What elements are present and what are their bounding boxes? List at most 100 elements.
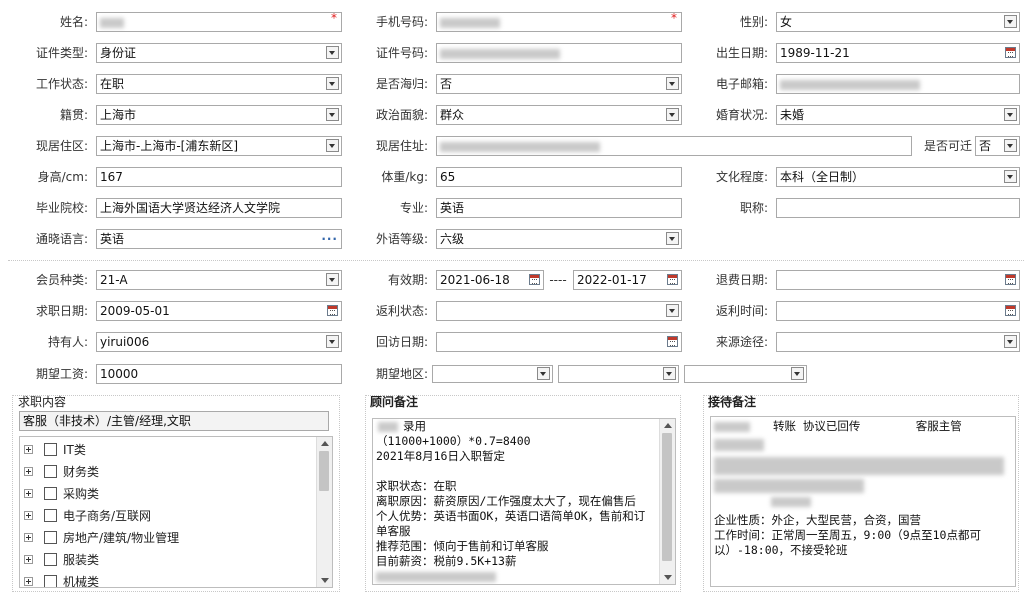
chevron-down-icon[interactable] [666,304,679,317]
plus-icon[interactable] [24,445,33,454]
plus-icon[interactable] [24,511,33,520]
name-input[interactable]: * [96,12,342,32]
tree-item[interactable]: 采购类 [20,483,320,505]
chevron-down-icon[interactable] [666,77,679,90]
scroll-down-icon[interactable] [321,578,329,583]
chevron-down-icon[interactable] [326,46,339,59]
checkbox[interactable] [44,509,57,522]
valid-from-value: 2021-06-18 [440,273,510,287]
calendar-icon[interactable] [667,274,678,285]
chevron-down-icon[interactable] [791,367,804,380]
overseas-select[interactable]: 否 [436,74,682,94]
title-input[interactable] [776,198,1020,218]
chevron-down-icon[interactable] [663,367,676,380]
tree-item[interactable]: IT类 [20,439,320,461]
checkbox[interactable] [44,487,57,500]
checkbox[interactable] [44,443,57,456]
job-panel-title: 求职内容 [18,395,67,409]
chevron-down-icon[interactable] [326,335,339,348]
cur-addr-input[interactable] [436,136,912,156]
scroll-down-icon[interactable] [664,575,672,580]
tree-item[interactable]: 机械类 [20,571,320,587]
reception-notes-textarea[interactable]: 转账 协议已回传 客服主管 企业性质：外企，大型民营，合资，国营 工作时间：正常周… [710,416,1016,587]
advisor-scrollbar[interactable] [659,419,675,584]
height-input[interactable]: 167 [96,167,342,187]
plus-icon[interactable] [24,577,33,586]
id-no-input[interactable] [436,43,682,63]
rebate-status-select[interactable] [436,301,682,321]
source-select[interactable] [776,332,1020,352]
checkbox[interactable] [44,553,57,566]
chevron-down-icon[interactable] [1004,108,1017,121]
checkbox[interactable] [44,575,57,587]
marital-select[interactable]: 未婚 [776,105,1020,125]
lang-level-select[interactable]: 六级 [436,229,682,249]
valid-to-value: 2022-01-17 [577,273,647,287]
work-status-select[interactable]: 在职 [96,74,342,94]
chevron-down-icon[interactable] [666,232,679,245]
language-input[interactable]: 英语 ··· [96,229,342,249]
weight-input[interactable]: 65 [436,167,682,187]
refund-date-input[interactable] [776,270,1020,290]
chevron-down-icon[interactable] [326,77,339,90]
ellipsis-icon[interactable]: ··· [321,230,338,248]
valid-separator: ---- [549,273,567,287]
salary-input[interactable]: 10000 [96,364,342,384]
member-type-select[interactable]: 21-A [96,270,342,290]
email-input[interactable] [776,74,1020,94]
chevron-down-icon[interactable] [537,367,550,380]
valid-from-input[interactable]: 2021-06-18 [436,270,544,290]
region-district-select[interactable] [684,365,807,383]
calendar-icon[interactable] [1005,305,1016,316]
tree-item[interactable]: 财务类 [20,461,320,483]
scroll-thumb[interactable] [319,451,329,491]
calendar-icon[interactable] [327,305,338,316]
advisor-notes-textarea[interactable]: 录用（11000+1000）*0.7=84002021年8月16日入职暂定​求职… [372,418,676,585]
plus-icon[interactable] [24,489,33,498]
native-select[interactable]: 上海市 [96,105,342,125]
checkbox[interactable] [44,531,57,544]
chevron-down-icon[interactable] [326,108,339,121]
scroll-up-icon[interactable] [321,441,329,446]
chevron-down-icon[interactable] [1004,15,1017,28]
plus-icon[interactable] [24,467,33,476]
region-city-select[interactable] [558,365,679,383]
major-input[interactable]: 英语 [436,198,682,218]
chevron-down-icon[interactable] [1004,335,1017,348]
school-input[interactable]: 上海外国语大学贤达经济人文学院 [96,198,342,218]
education-select[interactable]: 本科（全日制） [776,167,1020,187]
tree-item[interactable]: 服装类 [20,549,320,571]
visit-date-input[interactable] [436,332,682,352]
calendar-icon[interactable] [667,336,678,347]
checkbox[interactable] [44,465,57,478]
calendar-icon[interactable] [529,274,540,285]
plus-icon[interactable] [24,533,33,542]
holder-label: 持有人: [47,335,88,349]
chevron-down-icon[interactable] [326,273,339,286]
cur-area-select[interactable]: 上海市-上海市-[浦东新区] [96,136,342,156]
tree-scrollbar[interactable] [316,437,332,587]
language-value: 英语 [100,232,125,246]
scroll-up-icon[interactable] [664,423,672,428]
calendar-icon[interactable] [1005,47,1016,58]
gender-select[interactable]: 女 [776,12,1020,32]
tree-item[interactable]: 房地产/建筑/物业管理 [20,527,320,549]
relocate-select[interactable]: 否 [975,136,1020,156]
phone-input[interactable]: * [436,12,682,32]
holder-select[interactable]: yirui006 [96,332,342,352]
apply-date-input[interactable]: 2009-05-01 [96,301,342,321]
chevron-down-icon[interactable] [326,139,339,152]
plus-icon[interactable] [24,555,33,564]
valid-to-input[interactable]: 2022-01-17 [573,270,682,290]
region-province-select[interactable] [432,365,553,383]
chevron-down-icon[interactable] [666,108,679,121]
birth-date-input[interactable]: 1989-11-21 [776,43,1020,63]
chevron-down-icon[interactable] [1004,139,1017,152]
chevron-down-icon[interactable] [1004,170,1017,183]
political-select[interactable]: 群众 [436,105,682,125]
calendar-icon[interactable] [1005,274,1016,285]
tree-item[interactable]: 电子商务/互联网 [20,505,320,527]
rebate-time-input[interactable] [776,301,1020,321]
id-type-select[interactable]: 身份证 [96,43,342,63]
scroll-thumb[interactable] [662,433,672,561]
